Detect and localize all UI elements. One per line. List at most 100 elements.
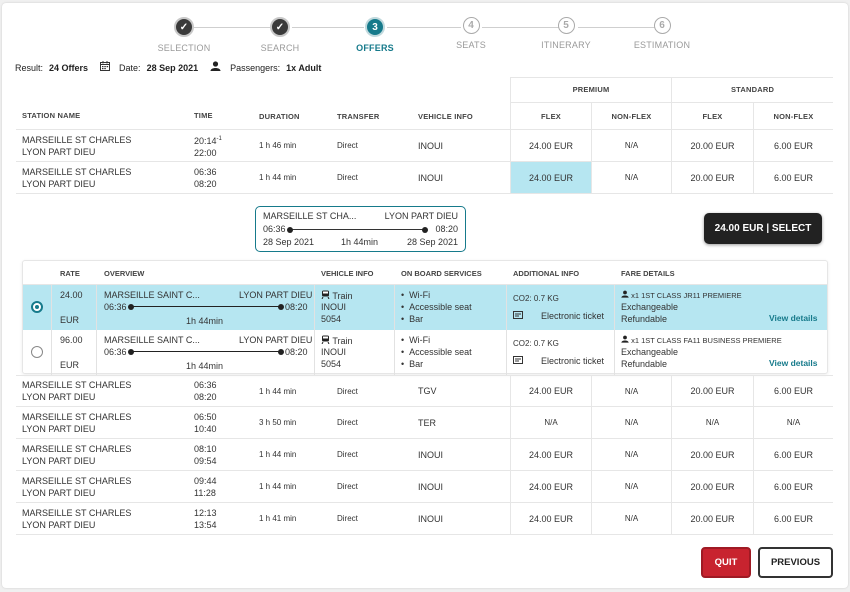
price-standard-flex[interactable]: 20.00 EUR [671,376,753,406]
fare-dep: 06:36 [104,302,127,312]
price-standard-flex: N/A [671,407,753,438]
station-to: LYON PART DIEU [22,519,96,530]
duration: 1 h 41 min [259,514,297,523]
quit-button[interactable]: QUIT [701,547,751,578]
services-list: Wi-Fi Accessible seat Bar [401,289,472,325]
table-row[interactable]: MARSEILLE ST CHARLES LYON PART DIEU 08:10… [16,439,833,471]
transfer: Direct [337,141,358,150]
ticket-type: Electronic ticket [541,311,605,321]
col-vehicle-info: VEHICLE INFO [321,269,374,278]
person-icon [621,335,631,345]
station-from: MARSEILLE ST CHARLES [22,507,132,518]
price-premium-flex[interactable]: 24.00 EUR [510,376,591,406]
price-standard-nonflex[interactable]: 6.00 EUR [753,376,833,406]
journey-dep: 06:36 [263,224,286,234]
table-row[interactable]: MARSEILLE ST CHARLES LYON PART DIEU 20:14… [16,130,833,162]
journey-dep-date: 28 Sep 2021 [263,237,315,247]
price-premium-flex[interactable]: 24.00 EUR [510,162,591,193]
fare-options: RATE OVERVIEW VEHICLE INFO ON BOARD SERV… [22,260,828,375]
check-icon: ✓ [174,17,194,37]
step-selection[interactable]: ✓ SELECTION [129,17,239,53]
transfer: Direct [337,514,358,523]
col-standard-nonflex: NON-FLEX [753,103,833,129]
step-number: 3 [365,17,385,37]
route-line [287,226,428,233]
step-label: ITINERARY [541,40,591,50]
departure-time: 06:36 [194,380,217,390]
price-premium-flex[interactable]: 24.00 EUR [510,130,591,161]
step-offers[interactable]: 3 OFFERS [320,17,430,53]
vehicle: INOUI [418,513,444,524]
vehicle: INOUI [418,172,444,183]
price-premium-nonflex: N/A [591,130,671,161]
vehicle-number: 5054 [321,359,342,369]
step-itinerary[interactable]: 5 ITINERARY [511,17,621,50]
price-premium-flex[interactable]: 24.00 EUR [510,503,591,534]
passengers-label: Passengers: [230,62,281,73]
step-number: 6 [653,17,671,34]
step-label: SELECTION [157,43,211,53]
price-premium-flex[interactable]: 24.00 EUR [510,471,591,502]
price-standard-nonflex[interactable]: 6.00 EUR [753,503,833,534]
price-standard-nonflex[interactable]: 6.00 EUR [753,162,833,193]
arrival-time: 22:00 [194,147,217,158]
transfer: Direct [337,386,358,396]
step-estimation[interactable]: 6 ESTIMATION [607,17,717,50]
fare-radio[interactable] [31,301,43,313]
service-item: Accessible seat [401,301,472,313]
table-row[interactable]: MARSEILLE ST CHARLES LYON PART DIEU 09:44… [16,471,833,503]
step-search[interactable]: ✓ SEARCH [225,17,335,53]
price-standard-nonflex[interactable]: 6.00 EUR [753,471,833,502]
fare-radio[interactable] [31,346,43,358]
transfer: Direct [337,482,358,491]
price-premium-flex[interactable]: 24.00 EUR [510,439,591,470]
previous-button[interactable]: PREVIOUS [758,547,833,578]
table-header-row: STATION NAME TIME DURATION TRANSFER VEHI… [16,103,833,130]
journey-from: MARSEILLE ST CHA... [263,211,357,221]
price-premium-nonflex: N/A [591,503,671,534]
arrival-time: 08:20 [194,178,217,189]
col-time: TIME [194,111,213,120]
transfer: Direct [337,173,358,182]
col-additional: ADDITIONAL INFO [513,269,580,278]
station-from: MARSEILLE ST CHARLES [22,443,132,454]
service-item: Wi-Fi [401,289,472,301]
transfer: Direct [337,450,358,459]
fare-from: MARSEILLE SAINT C... [104,335,200,345]
price-standard-flex[interactable]: 20.00 EUR [671,162,753,193]
train-icon [321,290,332,301]
view-details-link[interactable]: View details [769,313,818,323]
price-standard-flex[interactable]: 20.00 EUR [671,130,753,161]
price-standard-nonflex[interactable]: 6.00 EUR [753,439,833,470]
ticket-icon [513,356,523,366]
route-line [128,348,284,355]
group-standard: STANDARD [671,77,833,103]
col-premium-flex: FLEX [510,103,591,129]
step-label: SEARCH [260,43,300,53]
station-to: LYON PART DIEU [22,423,96,434]
fare-duration: 1h 44min [186,316,224,326]
service-item: Accessible seat [401,346,472,358]
select-button[interactable]: 24.00 EUR | SELECT [704,213,822,244]
services-list: Wi-Fi Accessible seat Bar [401,334,472,370]
fare-option[interactable]: 24.00 EUR MARSEILLE SAINT C... LYON PART… [23,285,827,330]
view-details-link[interactable]: View details [769,358,818,368]
fare-option[interactable]: 96.00 EUR MARSEILLE SAINT C... LYON PART… [23,330,827,375]
service-item: Wi-Fi [401,334,472,346]
fare-arr: 08:20 [285,302,308,312]
table-row[interactable]: MARSEILLE ST CHARLES LYON PART DIEU 06:50… [16,407,833,439]
price-standard-flex[interactable]: 20.00 EUR [671,439,753,470]
step-number: 4 [462,17,480,34]
table-row[interactable]: MARSEILLE ST CHARLES LYON PART DIEU 12:13… [16,503,833,535]
departure-time: 09:44 [194,475,217,486]
price-standard-nonflex[interactable]: 6.00 EUR [753,130,833,161]
fare-arr: 08:20 [285,347,308,357]
price-premium-flex: N/A [510,407,591,438]
price-standard-flex[interactable]: 20.00 EUR [671,503,753,534]
table-row-selected[interactable]: MARSEILLE ST CHARLES LYON PART DIEU 06:36… [16,162,833,194]
price-premium-nonflex: N/A [591,471,671,502]
table-row[interactable]: MARSEILLE ST CHARLES LYON PART DIEU 06:36… [16,375,833,407]
price-standard-flex[interactable]: 20.00 EUR [671,471,753,502]
step-seats[interactable]: 4 SEATS [416,17,526,50]
duration: 3 h 50 min [259,418,297,427]
